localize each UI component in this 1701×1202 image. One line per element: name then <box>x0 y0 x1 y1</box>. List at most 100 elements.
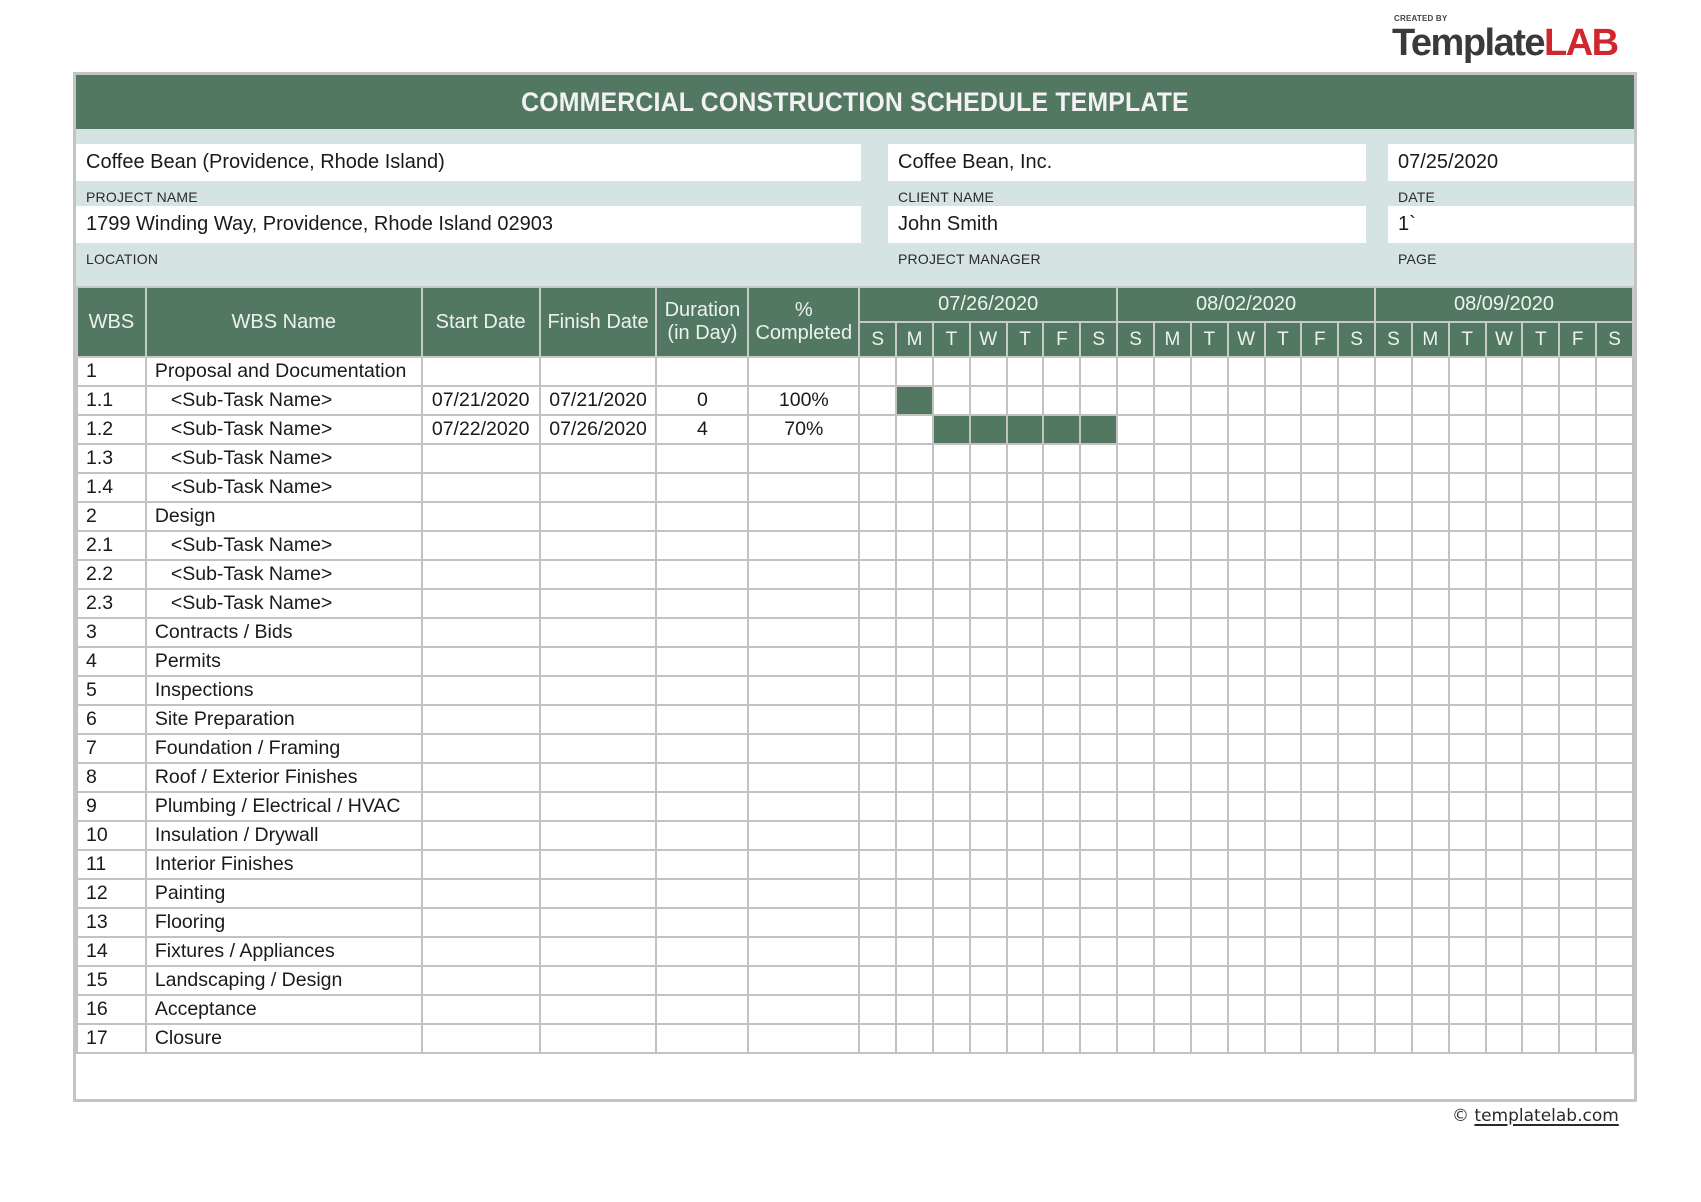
gantt-day-cell[interactable] <box>1189 733 1229 764</box>
gantt-day-cell[interactable] <box>1595 733 1634 764</box>
gantt-day-cell[interactable] <box>1079 530 1119 561</box>
gantt-day-cell[interactable] <box>1189 559 1229 590</box>
gantt-day-cell[interactable] <box>1374 675 1413 706</box>
gantt-day-cell[interactable] <box>1410 501 1450 532</box>
start-date-cell[interactable] <box>420 588 541 619</box>
gantt-day-cell[interactable] <box>1484 414 1524 445</box>
gantt-day-cell[interactable] <box>1484 646 1524 677</box>
gantt-day-cell[interactable] <box>1263 965 1303 996</box>
gantt-day-cell[interactable] <box>1226 472 1266 503</box>
finish-date-cell[interactable]: 07/21/2020 <box>538 385 658 416</box>
gantt-day-cell[interactable] <box>1337 994 1377 1025</box>
gantt-day-cell[interactable] <box>1189 646 1229 677</box>
gantt-bar-cell[interactable] <box>1042 414 1082 445</box>
gantt-day-cell[interactable] <box>1263 530 1303 561</box>
gantt-day-cell[interactable] <box>1079 646 1119 677</box>
gantt-day-cell[interactable] <box>1263 472 1303 503</box>
gantt-day-cell[interactable] <box>1410 472 1450 503</box>
gantt-day-cell[interactable] <box>1521 646 1561 677</box>
gantt-day-cell[interactable] <box>1374 617 1413 648</box>
gantt-day-cell[interactable] <box>1152 907 1192 938</box>
gantt-day-cell[interactable] <box>1447 704 1487 735</box>
gantt-day-cell[interactable] <box>1226 559 1266 590</box>
duration-cell[interactable] <box>655 791 750 822</box>
wbs-cell[interactable]: 15 <box>76 965 147 996</box>
gantt-day-cell[interactable] <box>1189 1023 1229 1054</box>
gantt-day-cell[interactable] <box>1521 501 1561 532</box>
gantt-day-cell[interactable] <box>1263 936 1303 967</box>
completed-cell[interactable] <box>747 356 861 387</box>
gantt-bar-cell[interactable] <box>1005 414 1045 445</box>
gantt-day-cell[interactable] <box>1079 588 1119 619</box>
wbs-name-cell[interactable]: <Sub-Task Name> <box>144 385 423 416</box>
gantt-day-cell[interactable] <box>858 820 898 851</box>
gantt-day-cell[interactable] <box>895 414 934 445</box>
wbs-cell[interactable]: 16 <box>76 994 147 1025</box>
wbs-name-cell[interactable]: Roof / Exterior Finishes <box>144 762 423 793</box>
gantt-day-cell[interactable] <box>1558 443 1598 474</box>
gantt-day-cell[interactable] <box>968 994 1008 1025</box>
gantt-day-cell[interactable] <box>1226 994 1266 1025</box>
gantt-day-cell[interactable] <box>1447 617 1487 648</box>
gantt-day-cell[interactable] <box>1152 530 1192 561</box>
gantt-day-cell[interactable] <box>1005 762 1045 793</box>
gantt-day-cell[interactable] <box>1558 356 1598 387</box>
gantt-day-cell[interactable] <box>1079 472 1119 503</box>
gantt-day-cell[interactable] <box>1337 1023 1377 1054</box>
gantt-day-cell[interactable] <box>1116 588 1155 619</box>
gantt-day-cell[interactable] <box>895 820 934 851</box>
gantt-day-cell[interactable] <box>1300 936 1340 967</box>
gantt-day-cell[interactable] <box>968 849 1008 880</box>
gantt-day-cell[interactable] <box>858 878 898 909</box>
gantt-day-cell[interactable] <box>1226 588 1266 619</box>
gantt-day-cell[interactable] <box>1374 936 1413 967</box>
gantt-day-cell[interactable] <box>1447 559 1487 590</box>
gantt-day-cell[interactable] <box>1447 356 1487 387</box>
gantt-day-cell[interactable] <box>1337 588 1377 619</box>
gantt-day-cell[interactable] <box>1521 704 1561 735</box>
gantt-day-cell[interactable] <box>1337 646 1377 677</box>
gantt-day-cell[interactable] <box>1116 617 1155 648</box>
gantt-day-cell[interactable] <box>1447 791 1487 822</box>
gantt-day-cell[interactable] <box>1042 646 1082 677</box>
wbs-cell[interactable]: 1.3 <box>76 443 147 474</box>
start-date-cell[interactable] <box>420 762 541 793</box>
project-manager-field[interactable]: John Smith <box>888 206 1366 243</box>
gantt-day-cell[interactable] <box>1263 733 1303 764</box>
gantt-day-cell[interactable] <box>1595 675 1634 706</box>
gantt-day-cell[interactable] <box>1300 762 1340 793</box>
project-name-field[interactable]: Coffee Bean (Providence, Rhode Island) <box>76 144 861 181</box>
gantt-day-cell[interactable] <box>858 907 898 938</box>
gantt-day-cell[interactable] <box>1484 588 1524 619</box>
duration-cell[interactable] <box>655 501 750 532</box>
duration-cell[interactable] <box>655 559 750 590</box>
gantt-day-cell[interactable] <box>1189 878 1229 909</box>
gantt-day-cell[interactable] <box>858 646 898 677</box>
gantt-day-cell[interactable] <box>1484 501 1524 532</box>
gantt-day-cell[interactable] <box>1521 443 1561 474</box>
gantt-day-cell[interactable] <box>1300 356 1340 387</box>
completed-cell[interactable] <box>747 733 861 764</box>
gantt-day-cell[interactable] <box>1410 878 1450 909</box>
gantt-day-cell[interactable] <box>1595 762 1634 793</box>
gantt-day-cell[interactable] <box>1595 791 1634 822</box>
gantt-day-cell[interactable] <box>1521 356 1561 387</box>
gantt-day-cell[interactable] <box>1152 646 1192 677</box>
gantt-day-cell[interactable] <box>1079 501 1119 532</box>
gantt-day-cell[interactable] <box>931 356 971 387</box>
gantt-day-cell[interactable] <box>1447 414 1487 445</box>
gantt-day-cell[interactable] <box>968 791 1008 822</box>
gantt-day-cell[interactable] <box>1152 733 1192 764</box>
finish-date-cell[interactable] <box>538 443 658 474</box>
gantt-day-cell[interactable] <box>1410 675 1450 706</box>
wbs-cell[interactable]: 6 <box>76 704 147 735</box>
gantt-day-cell[interactable] <box>1152 501 1192 532</box>
gantt-day-cell[interactable] <box>1116 530 1155 561</box>
location-field[interactable]: 1799 Winding Way, Providence, Rhode Isla… <box>76 206 861 243</box>
gantt-day-cell[interactable] <box>1337 965 1377 996</box>
gantt-day-cell[interactable] <box>1300 820 1340 851</box>
gantt-day-cell[interactable] <box>1595 965 1634 996</box>
completed-cell[interactable]: 70% <box>747 414 861 445</box>
wbs-name-cell[interactable]: <Sub-Task Name> <box>144 443 423 474</box>
duration-cell[interactable] <box>655 1023 750 1054</box>
